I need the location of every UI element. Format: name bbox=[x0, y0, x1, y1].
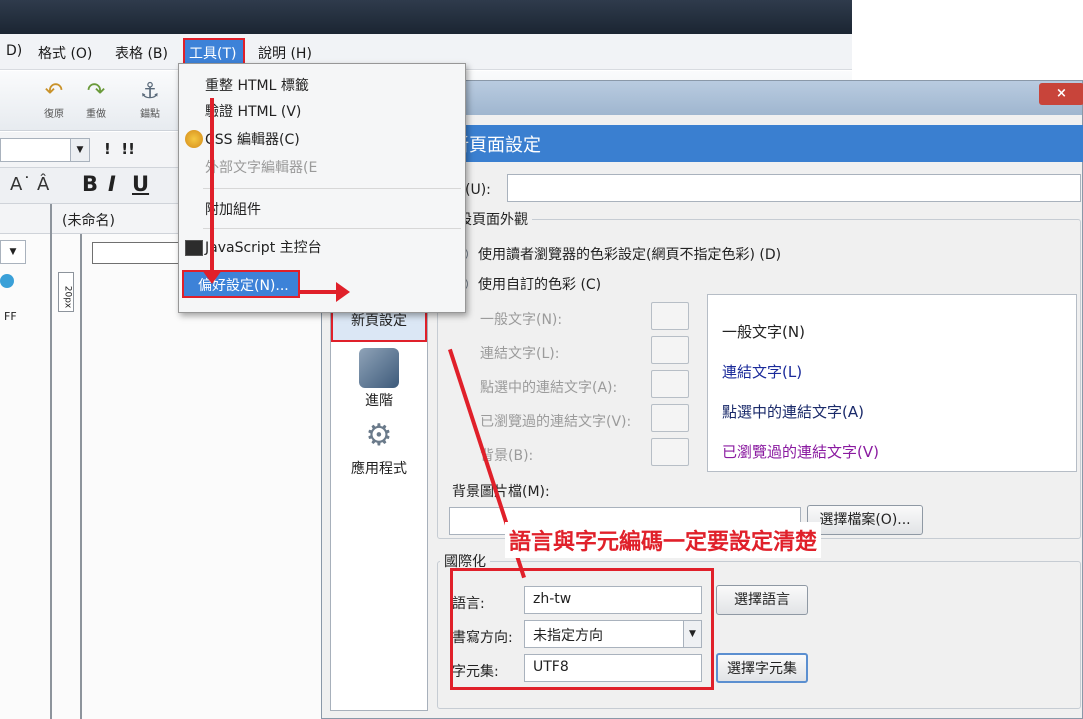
annotation-text: 語言與字元編碼一定要設定清楚 bbox=[505, 522, 822, 558]
menu-separator bbox=[203, 188, 461, 189]
annotation-box bbox=[450, 568, 714, 690]
menu-item-js-console[interactable]: JavaScript 主控台 bbox=[179, 234, 465, 262]
redo-label: 重做 bbox=[86, 109, 106, 120]
globe-icon bbox=[0, 274, 14, 288]
category-applications[interactable]: ⚙ 應用程式 bbox=[331, 416, 427, 478]
color-preview: 一般文字(N) 連結文字(L) 點選中的連結文字(A) 已瀏覽過的連結文字(V) bbox=[707, 294, 1077, 472]
menu-item-css-editor[interactable]: CSS 編輯器(C) bbox=[179, 126, 465, 154]
anchor-button[interactable]: ⚓ 錨點 bbox=[130, 79, 170, 120]
choose-language-button[interactable]: 選擇語言 bbox=[716, 585, 808, 615]
link-text-label: 連結文字(L): bbox=[480, 346, 560, 362]
category-advanced[interactable]: 進階 bbox=[331, 348, 427, 410]
normal-text-swatch[interactable] bbox=[651, 302, 689, 330]
menu-item-external-editor: 外部文字編輯器(E bbox=[205, 160, 318, 176]
anchor-icon: ⚓ bbox=[140, 79, 160, 104]
close-button[interactable]: × bbox=[1039, 83, 1083, 105]
editor-divider bbox=[50, 204, 52, 719]
visited-link-label: 已瀏覽過的連結文字(V): bbox=[480, 414, 632, 430]
menu-item-preferences[interactable]: 偏好設定(N)... bbox=[182, 270, 300, 298]
menu-tools[interactable]: 工具(T) bbox=[183, 38, 245, 65]
menu-prev[interactable]: D) bbox=[6, 43, 22, 59]
link-text-swatch[interactable] bbox=[651, 336, 689, 364]
radio-custom-colors-label: 使用自訂的色彩 (C) bbox=[478, 277, 602, 293]
menu-help[interactable]: 說明 (H) bbox=[258, 43, 312, 63]
preview-link-text: 連結文字(L) bbox=[722, 363, 803, 381]
italic-icon[interactable]: I bbox=[108, 172, 116, 196]
preview-active-link: 點選中的連結文字(A) bbox=[722, 403, 864, 421]
normal-text-label: 一般文字(N): bbox=[480, 312, 563, 328]
choose-charset-button[interactable]: 選擇字元集 bbox=[716, 653, 808, 683]
underline-icon[interactable]: U bbox=[132, 172, 149, 196]
annotation-arrow bbox=[210, 98, 214, 278]
undo-label: 復原 bbox=[44, 109, 64, 120]
chevron-down-icon[interactable]: ▼ bbox=[0, 240, 26, 264]
choose-file-button[interactable]: 選擇檔案(O)... bbox=[807, 505, 923, 535]
bold-icon[interactable]: B bbox=[82, 172, 98, 196]
panel-title: 新頁面設定 bbox=[437, 125, 1083, 162]
category-label: 新頁設定 bbox=[351, 313, 407, 329]
font-size-icon[interactable]: A˙ Â bbox=[10, 174, 49, 195]
advanced-icon bbox=[359, 348, 399, 388]
menu-format[interactable]: 格式 (O) bbox=[38, 43, 92, 63]
menu-item-addons[interactable]: 附加組件 bbox=[179, 196, 465, 224]
annotation-arrowhead bbox=[202, 270, 222, 284]
window-titlebar bbox=[0, 0, 852, 34]
menu-table[interactable]: 表格 (B) bbox=[115, 43, 168, 63]
editor-tab[interactable]: (未命名) bbox=[62, 210, 115, 230]
side-label: FF bbox=[4, 310, 17, 323]
active-link-swatch[interactable] bbox=[651, 370, 689, 398]
undo-button[interactable]: ↶ 復原 bbox=[34, 79, 74, 120]
anchor-label: 錨點 bbox=[140, 109, 160, 120]
close-icon: × bbox=[1056, 86, 1067, 101]
category-label: 進階 bbox=[365, 393, 393, 409]
important-icon[interactable]: ! !! bbox=[104, 140, 135, 158]
category-label: 應用程式 bbox=[351, 461, 407, 477]
redo-button[interactable]: ↷ 重做 bbox=[76, 79, 116, 120]
annotation-arrowhead bbox=[336, 282, 350, 302]
editor-left-border bbox=[80, 234, 82, 719]
visited-link-swatch[interactable] bbox=[651, 404, 689, 432]
active-link-label: 點選中的連結文字(A): bbox=[480, 380, 618, 396]
annotation-arrow bbox=[300, 290, 340, 294]
undo-icon: ↶ bbox=[44, 79, 64, 104]
preview-visited-link: 已瀏覽過的連結文字(V) bbox=[722, 443, 879, 461]
background-swatch[interactable] bbox=[651, 438, 689, 466]
ruler-label: 20px bbox=[62, 285, 73, 309]
author-input[interactable] bbox=[507, 174, 1081, 202]
menu-separator bbox=[203, 228, 461, 229]
gears-icon: ⚙ bbox=[365, 418, 393, 453]
menu-item-tidy-html[interactable]: 重整 HTML 標籤 bbox=[179, 72, 465, 100]
menu-item-validate-html[interactable]: 驗證 HTML (V) bbox=[179, 98, 465, 126]
preview-normal-text: 一般文字(N) bbox=[722, 323, 805, 341]
bg-image-label: 背景圖片檔(M): bbox=[452, 484, 550, 500]
chevron-down-icon[interactable]: ▼ bbox=[70, 138, 90, 162]
redo-icon: ↷ bbox=[86, 79, 106, 104]
radio-browser-colors-label: 使用讀者瀏覽器的色彩設定(網頁不指定色彩) (D) bbox=[478, 247, 782, 263]
